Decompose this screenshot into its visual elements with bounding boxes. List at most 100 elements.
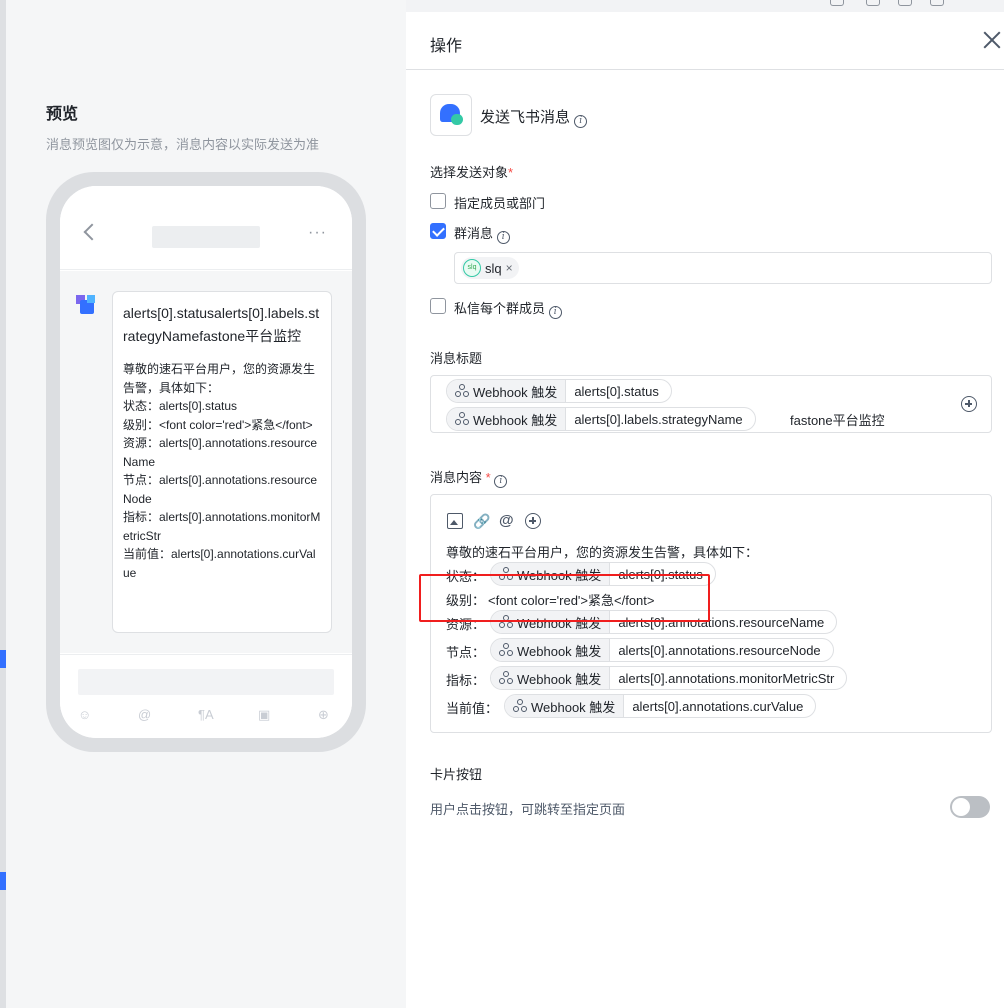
webhook-icon: [499, 615, 513, 629]
image-icon: ▣: [258, 707, 271, 722]
close-icon[interactable]: [982, 30, 1002, 50]
option-label-text: 群消息: [454, 226, 494, 241]
token-source: Webhook 触发: [491, 639, 611, 661]
token-value: alerts[0].status: [574, 383, 659, 399]
chat-title-placeholder: [152, 226, 260, 248]
phone-screen: ··· alerts[0].statusalerts[0].labels.str…: [60, 186, 352, 738]
drawer-title: 操作: [430, 38, 463, 55]
mention-icon[interactable]: @: [499, 513, 515, 529]
variable-token[interactable]: Webhook 触发 alerts[0].labels.strategyName: [446, 407, 756, 431]
variable-token[interactable]: Webhook 触发 alerts[0].annotations.resourc…: [490, 638, 834, 662]
token-source: Webhook 触发: [505, 695, 625, 717]
token-value: alerts[0].status: [618, 566, 703, 582]
emoji-icon: ☺: [78, 707, 92, 722]
group-tag: slq slq ×: [461, 257, 519, 279]
add-variable-icon[interactable]: [525, 513, 541, 529]
webhook-icon: [499, 567, 513, 581]
token-source: Webhook 触发: [491, 611, 611, 633]
card-button-desc: 用户点击按钮，可跳转至指定页面: [430, 802, 626, 817]
group-avatar: slq: [463, 259, 481, 277]
row-label-metric: 指标：: [446, 673, 486, 688]
message-line: 资源：alerts[0].annotations.resourceName: [123, 436, 318, 469]
message-card-body: 尊敬的速石平台用户，您的资源发生告警，具体如下： 状态：alerts[0].st…: [123, 360, 321, 582]
message-card-title: alerts[0].statusalerts[0].labels.strateg…: [123, 305, 320, 344]
action-name-text: 发送飞书消息: [480, 109, 571, 126]
variable-token[interactable]: Webhook 触发 alerts[0].annotations.curValu…: [504, 694, 817, 718]
message-line: 状态：alerts[0].status: [123, 399, 238, 413]
option-label: 私信每个群成员 i: [454, 298, 562, 319]
action-name: 发送飞书消息 i: [480, 106, 588, 128]
preview-title: 预览: [46, 106, 79, 123]
checkbox[interactable]: [430, 298, 446, 314]
checkbox-checked[interactable]: [430, 223, 446, 239]
token-value: alerts[0].annotations.resourceNode: [618, 642, 821, 658]
token-source: Webhook 触发: [447, 408, 567, 430]
msg-title-input[interactable]: Webhook 触发 alerts[0].status Webhook 触发 a…: [430, 375, 992, 433]
lark-message-icon: [430, 94, 472, 136]
row-label-resource: 资源：: [446, 617, 486, 632]
info-icon[interactable]: i: [574, 115, 588, 128]
required-mark: *: [508, 165, 514, 180]
toolbar-icon[interactable]: [930, 0, 944, 6]
variable-token[interactable]: Webhook 触发 alerts[0].status: [446, 379, 672, 403]
toolbar-icon[interactable]: [898, 0, 912, 6]
card-button-label: 卡片按钮: [430, 767, 483, 782]
row-label-node: 节点：: [446, 645, 486, 660]
msg-content-label: 消息内容 * i: [430, 467, 508, 488]
remove-tag-icon[interactable]: ×: [506, 261, 513, 275]
group-select[interactable]: slq slq ×: [454, 252, 992, 284]
checkbox[interactable]: [430, 193, 446, 209]
message-line: 级别：<font color='red'>紧急</font>: [123, 417, 313, 432]
msg-content-editor[interactable]: 🔗 @ 尊敬的速石平台用户，您的资源发生告警，具体如下： 状态： Webhook…: [430, 494, 992, 733]
info-icon[interactable]: i: [496, 231, 510, 244]
bot-avatar: [76, 295, 96, 315]
row-label-status: 状态：: [446, 569, 486, 584]
token-source: Webhook 触发: [447, 380, 567, 402]
drawer-header: 操作: [406, 12, 1004, 70]
variable-token[interactable]: Webhook 触发 alerts[0].annotations.resourc…: [490, 610, 838, 634]
variable-token[interactable]: Webhook 触发 alerts[0].status: [490, 562, 716, 586]
token-value: alerts[0].labels.strategyName: [574, 411, 743, 427]
option-label: 指定成员或部门: [454, 196, 546, 211]
card-button-toggle[interactable]: [950, 796, 990, 818]
option-label-text: 私信每个群成员: [454, 301, 546, 316]
message-card: alerts[0].statusalerts[0].labels.strateg…: [112, 291, 332, 633]
option-label: 群消息 i: [454, 223, 510, 244]
plus-icon: ⊕: [318, 707, 329, 722]
operation-drawer: 操作 发送飞书消息 i 选择发送对象* 指定成员或部门 群消息 i slq sl…: [406, 12, 1004, 1008]
insert-image-icon[interactable]: [447, 513, 463, 529]
message-line: 当前值：alerts[0].annotations.curValue: [123, 547, 316, 580]
msg-content-label-text: 消息内容: [430, 470, 483, 485]
info-icon[interactable]: i: [494, 475, 508, 488]
variable-token[interactable]: Webhook 触发 alerts[0].annotations.monitor…: [490, 666, 848, 690]
level-text: <font color='red'>紧急</font>: [488, 593, 655, 608]
input-placeholder: [78, 669, 334, 695]
toggle-knob: [952, 798, 970, 816]
webhook-icon: [513, 699, 527, 713]
group-name: slq: [485, 260, 502, 276]
token-value: alerts[0].annotations.resourceName: [618, 614, 825, 630]
format-icon: ¶A: [198, 707, 214, 722]
row-label-level: 级别：: [446, 593, 486, 608]
token-source: Webhook 触发: [491, 563, 611, 585]
target-label-text: 选择发送对象: [430, 165, 509, 180]
webhook-icon: [499, 671, 513, 685]
at-icon: @: [138, 707, 152, 722]
toolbar-icon[interactable]: [830, 0, 844, 6]
phone-mockup: ··· alerts[0].statusalerts[0].labels.str…: [46, 172, 366, 752]
webhook-icon: [455, 412, 469, 426]
phone-input-area: ☺ @ ¶A ▣ ⊕: [60, 654, 352, 738]
info-icon[interactable]: i: [548, 306, 562, 319]
add-variable-icon[interactable]: [961, 396, 977, 412]
webhook-icon: [455, 384, 469, 398]
preview-subtitle: 消息预览图仅为示意，消息内容以实际发送为准: [46, 137, 320, 152]
toolbar-icon[interactable]: [866, 0, 880, 6]
msg-title-label: 消息标题: [430, 351, 483, 366]
token-value: alerts[0].annotations.curValue: [632, 698, 804, 714]
message-line: 指标：alerts[0].annotations.monitorMetricSt…: [123, 510, 321, 543]
token-source: Webhook 触发: [491, 667, 611, 689]
insert-link-icon[interactable]: 🔗: [473, 513, 490, 529]
title-suffix: fastone平台监控: [790, 413, 885, 428]
row-label-cur: 当前值：: [446, 701, 499, 716]
required-mark: *: [485, 470, 491, 485]
